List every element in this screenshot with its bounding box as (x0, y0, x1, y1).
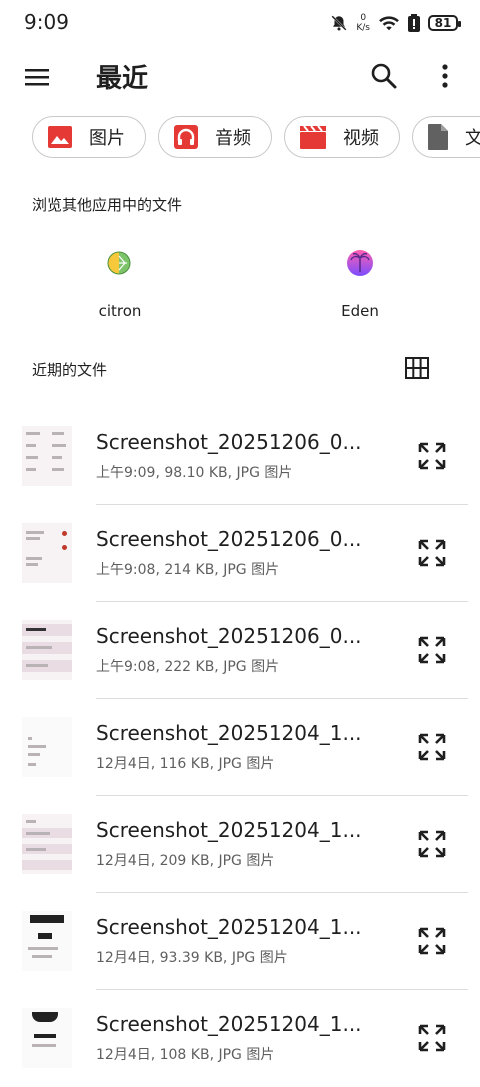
file-name: Screenshot_20251204_1... (96, 721, 362, 745)
chip-audio[interactable]: 音频 (158, 116, 272, 158)
net-speed: 0 K/s (356, 13, 370, 33)
eden-app-icon (347, 250, 373, 276)
expand-icon[interactable] (416, 925, 448, 957)
wifi-icon (379, 16, 399, 31)
chip-label: 音频 (215, 128, 251, 149)
file-name: Screenshot_20251204_1... (96, 915, 362, 939)
recent-files-heading: 近期的文件 (32, 361, 108, 379)
chip-documents[interactable]: 文档 (412, 116, 480, 158)
list-item[interactable]: Screenshot_20251204_1... 12月4日, 209 KB, … (0, 796, 480, 893)
list-item[interactable]: Screenshot_20251206_0... 上午9:08, 222 KB,… (0, 602, 480, 699)
file-thumbnail (22, 1008, 72, 1068)
file-name: Screenshot_20251204_1... (96, 818, 362, 842)
file-meta: 12月4日, 108 KB, JPG 图片 (96, 1047, 275, 1063)
list-item[interactable]: Screenshot_20251204_1... 12月4日, 116 KB, … (0, 699, 480, 796)
file-thumbnail (22, 814, 72, 874)
file-name: Screenshot_20251206_0... (96, 430, 362, 454)
search-icon[interactable] (368, 60, 400, 92)
file-thumbnail (22, 523, 72, 583)
more-options-icon[interactable] (432, 60, 458, 92)
file-name: Screenshot_20251204_1... (96, 1012, 362, 1036)
chip-video[interactable]: 视频 (284, 116, 400, 158)
battery-alert-icon (408, 14, 420, 32)
chip-images[interactable]: 图片 (32, 116, 146, 158)
battery-indicator: 81 (428, 15, 461, 31)
file-thumbnail (22, 911, 72, 971)
menu-icon[interactable] (22, 62, 52, 92)
mute-icon (331, 15, 347, 31)
file-meta: 12月4日, 209 KB, JPG 图片 (96, 853, 275, 869)
app-label: citron (98, 302, 142, 320)
grid-view-icon[interactable] (404, 356, 430, 380)
expand-icon[interactable] (416, 1022, 448, 1054)
file-thumbnail (22, 620, 72, 680)
status-bar: 9:09 0 K/s 81 (0, 0, 480, 44)
page-title: 最近 (96, 64, 149, 94)
file-thumbnail (22, 426, 72, 486)
list-item[interactable]: Screenshot_20251206_0... 上午9:08, 214 KB,… (0, 505, 480, 602)
file-meta: 上午9:08, 222 KB, JPG 图片 (96, 659, 280, 675)
chip-label: 图片 (89, 128, 125, 149)
category-chips: 图片 音频 视频 文档 (32, 116, 480, 162)
expand-icon[interactable] (416, 634, 448, 666)
status-icons: 0 K/s 81 (330, 12, 461, 34)
chip-label: 文档 (465, 128, 480, 149)
expand-icon[interactable] (416, 537, 448, 569)
app-eden[interactable]: Eden (300, 240, 420, 320)
expand-icon[interactable] (416, 440, 448, 472)
chip-label: 视频 (343, 128, 379, 149)
clapperboard-icon (300, 125, 326, 149)
list-item[interactable]: Screenshot_20251204_1... 12月4日, 93.39 KB… (0, 893, 480, 990)
status-time: 9:09 (24, 10, 69, 34)
file-name: Screenshot_20251206_0... (96, 527, 362, 551)
app-label: Eden (341, 302, 379, 320)
other-apps-heading: 浏览其他应用中的文件 (32, 196, 183, 214)
app-citron[interactable]: citron (60, 240, 180, 320)
headphones-icon (174, 125, 198, 149)
other-apps: citron Eden (0, 240, 480, 330)
expand-icon[interactable] (416, 731, 448, 763)
file-meta: 12月4日, 116 KB, JPG 图片 (96, 756, 275, 772)
citron-app-icon (107, 251, 131, 275)
file-meta: 12月4日, 93.39 KB, JPG 图片 (96, 950, 288, 966)
file-meta: 上午9:09, 98.10 KB, JPG 图片 (96, 465, 293, 481)
expand-icon[interactable] (416, 828, 448, 860)
list-item[interactable]: Screenshot_20251204_1... 12月4日, 108 KB, … (0, 990, 480, 1087)
file-meta: 上午9:08, 214 KB, JPG 图片 (96, 562, 280, 578)
app-bar: 最近 (0, 44, 480, 108)
list-item[interactable]: Screenshot_20251206_0... 上午9:09, 98.10 K… (0, 408, 480, 505)
file-thumbnail (22, 717, 72, 777)
image-icon (48, 126, 72, 148)
recent-files-list: Screenshot_20251206_0... 上午9:09, 98.10 K… (0, 408, 480, 1087)
file-name: Screenshot_20251206_0... (96, 624, 362, 648)
document-icon (428, 124, 448, 150)
